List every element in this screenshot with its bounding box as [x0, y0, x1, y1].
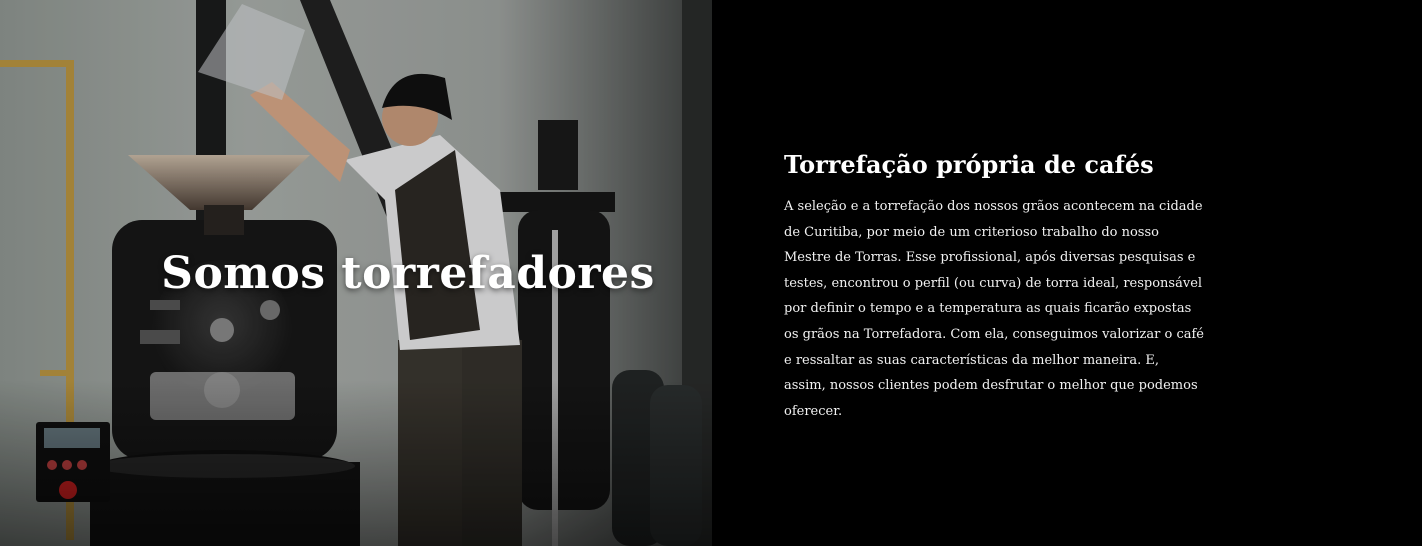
about-paragraph: A seleção e a torrefação dos nossos grão…	[784, 199, 1204, 419]
about-heading: Torrefação própria de cafés	[784, 150, 1154, 179]
roaster-section: Torrefação própria de cafés A seleção e …	[0, 0, 1422, 546]
hero-title: Somos torrefadores	[161, 248, 655, 299]
about-content: Torrefação própria de cafés A seleção e …	[784, 148, 1204, 424]
about-panel: Torrefação própria de cafés A seleção e …	[712, 0, 1422, 546]
